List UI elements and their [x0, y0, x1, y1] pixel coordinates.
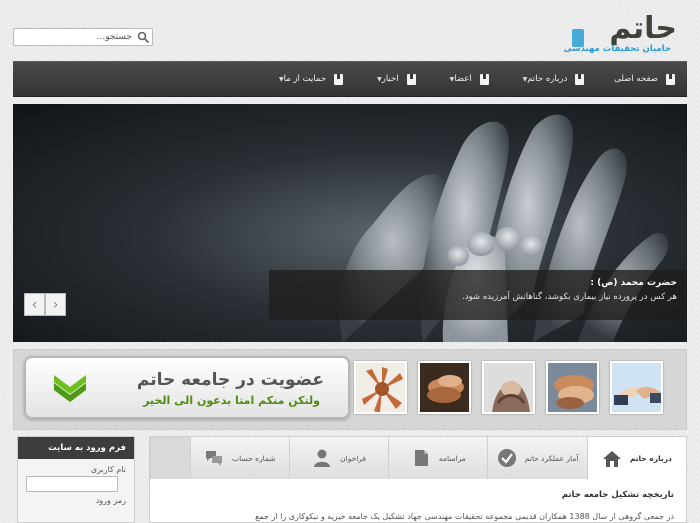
nav-item-label: اعضا [454, 74, 472, 84]
bookmark-icon [406, 73, 416, 85]
nav-item-about[interactable]: درباره حاتم ▼ [519, 73, 585, 85]
tab-bar: درباره حاتم آمار عملکرد حاتم مرامنامه فر… [149, 437, 686, 480]
tab-content-text: در جمعی گروهی از سال 1388 همکاران قدیمی … [255, 512, 674, 521]
main-navigation: صفحه اصلی درباره حاتم ▼ اعضا ▼ اخبار ▼ حمای… [13, 61, 687, 97]
tab-charter[interactable]: مرامنامه [388, 437, 488, 479]
search-input[interactable] [14, 29, 136, 45]
hero-slider: حضرت محمد (ص) : هر کس در پرورده نیاز بیم… [13, 104, 687, 342]
username-field[interactable] [26, 476, 118, 492]
caption-text: هر کس در پرورده نیاز بیماری بکوشد، گناها… [462, 292, 677, 302]
search-icon[interactable] [137, 31, 150, 44]
info-tabs: درباره حاتم آمار عملکرد حاتم مرامنامه فر… [149, 436, 687, 523]
double-chevron-down-icon [54, 375, 86, 402]
bookmark-icon [666, 73, 675, 85]
gallery-thumbnail[interactable] [482, 361, 535, 414]
nav-item-label: اخبار [381, 74, 399, 84]
search-box [13, 28, 153, 46]
tab-label: شماره حساب [232, 453, 276, 463]
logo-subtitle: حامیان تحقیقات مهندسی [563, 44, 671, 54]
tab-account[interactable]: شماره حساب [189, 437, 289, 479]
slider-prev-button[interactable]: ‹ [24, 293, 45, 316]
nav-item-members[interactable]: اعضا ▼ [446, 73, 489, 85]
tab-content-title: تاریخچه تشکیل جامعه حاتم [561, 490, 674, 500]
login-form: فرم ورود به سایت نام کاربری رمز ورود [17, 436, 135, 523]
caret-down-icon: ▼ [278, 75, 284, 83]
tab-statistics[interactable]: آمار عملکرد حاتم [487, 437, 587, 479]
nav-item-label: درباره حاتم [527, 74, 568, 84]
gallery-thumbnail[interactable] [418, 361, 471, 414]
nav-item-news[interactable]: اخبار ▼ [373, 73, 416, 85]
username-label: نام کاربری [90, 465, 126, 474]
bookmark-icon [334, 73, 344, 85]
nav-item-support[interactable]: حمایت از ما ▼ [275, 73, 344, 85]
gallery-thumbnail[interactable] [610, 361, 663, 414]
membership-heading: عضویت در جامعه حاتم [136, 370, 324, 390]
nav-item-label: حمایت از ما [283, 74, 327, 84]
slider-arrows: ‹ › [24, 293, 67, 316]
caret-down-icon: ▼ [522, 75, 528, 83]
user-icon [314, 449, 331, 467]
site-logo[interactable]: حاتم حامیان تحقیقات مهندسی [542, 12, 677, 58]
gallery-thumbnail[interactable] [354, 361, 407, 414]
bookmark-icon [479, 73, 489, 85]
logo-title: حاتم [609, 11, 677, 46]
caret-down-icon: ▼ [377, 75, 382, 83]
feature-strip: عضویت در جامعه حاتم ولتکن منکم امتا یدعو… [13, 349, 687, 430]
caret-down-icon: ▼ [449, 75, 455, 83]
slider-next-button[interactable]: › [45, 293, 66, 316]
membership-subheading: ولتکن منکم امتا یدعون الی الخیر [143, 394, 320, 407]
nav-item-label: صفحه اصلی [614, 74, 658, 84]
tab-about[interactable]: درباره حاتم [586, 437, 686, 480]
gallery-thumbnail[interactable] [546, 361, 599, 414]
check-circle-icon [497, 449, 516, 467]
tab-label: مرامنامه [438, 453, 466, 463]
tab-call[interactable]: فراخوان [288, 437, 389, 479]
caption-title: حضرت محمد (ص) : [590, 278, 677, 288]
chat-bubbles-icon [206, 451, 223, 466]
nav-item-home[interactable]: صفحه اصلی [614, 73, 675, 85]
tab-label: درباره حاتم [629, 454, 672, 463]
bookmark-icon [575, 73, 585, 85]
home-icon [602, 450, 621, 467]
slide-caption: حضرت محمد (ص) : هر کس در پرورده نیاز بیم… [269, 270, 687, 320]
page: حاتم حامیان تحقیقات مهندسی صفحه اصلی درب… [13, 0, 687, 523]
document-icon [414, 450, 428, 466]
tab-label: آمار عملکرد حاتم [524, 453, 579, 463]
tab-bar-filler [149, 437, 190, 479]
membership-banner[interactable]: عضویت در جامعه حاتم ولتکن منکم امتا یدعو… [24, 356, 350, 419]
login-form-title: فرم ورود به سایت [18, 437, 134, 459]
tab-content: تاریخچه تشکیل جامعه حاتم در جمعی گروهی ا… [150, 480, 686, 522]
tab-label: فراخوان [340, 453, 367, 463]
password-label: رمز ورود [95, 496, 126, 505]
